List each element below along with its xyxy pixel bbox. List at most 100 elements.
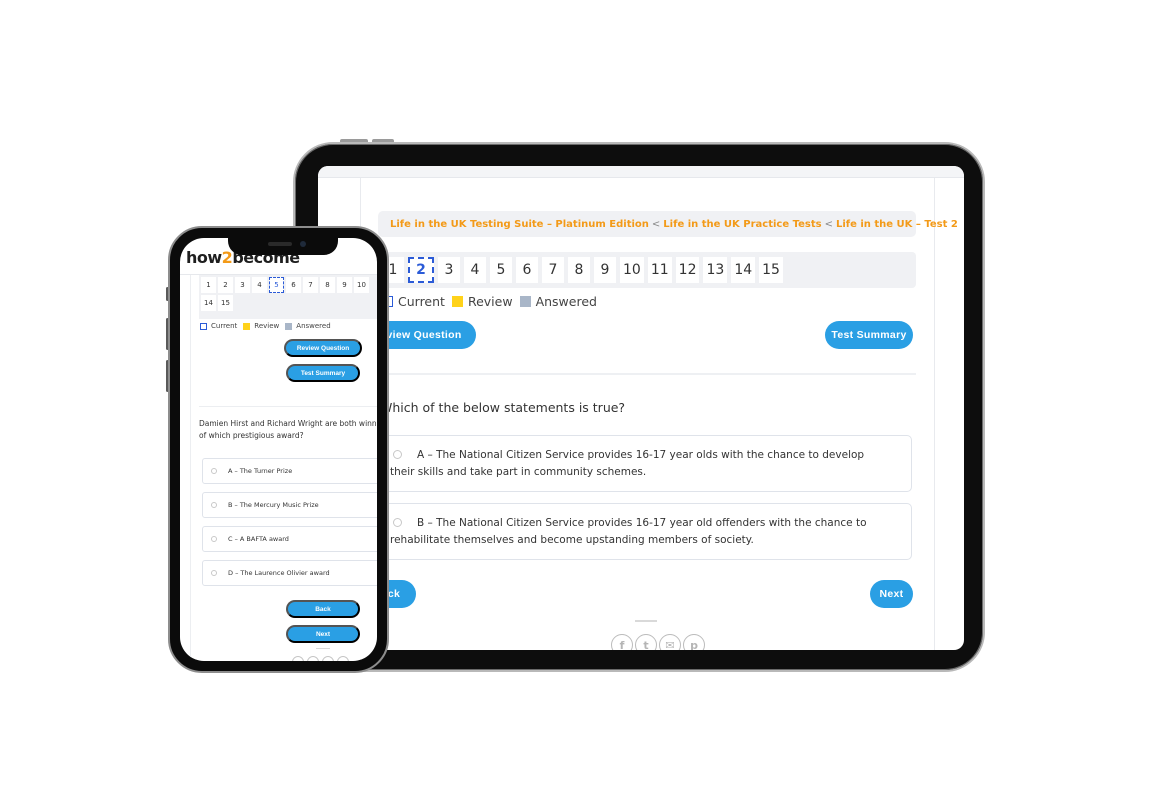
question-number-4[interactable]: 4 [464, 257, 486, 283]
question-legend: Current Review Answered [200, 322, 331, 330]
question-number-5[interactable]: 5 [490, 257, 512, 283]
legend-current-label: Current [398, 294, 445, 309]
breadcrumb-link[interactable]: Life in the UK Practice Tests [663, 219, 821, 230]
breadcrumb-separator: < [651, 218, 661, 230]
option-label: A – The National Citizen Service provide… [390, 449, 865, 478]
answer-option-a[interactable]: A – The Turner Prize [202, 458, 377, 484]
question-number-7[interactable]: 7 [542, 257, 564, 283]
twitter-icon[interactable]: t [635, 634, 657, 650]
question-number-5[interactable]: 5 [269, 277, 284, 293]
radio-button[interactable] [211, 536, 217, 542]
question-number-4[interactable]: 4 [252, 277, 267, 293]
question-number-13[interactable]: 13 [703, 257, 728, 283]
email-icon[interactable] [322, 656, 334, 661]
question-number-9[interactable]: 9 [337, 277, 352, 293]
logo-text: how [186, 248, 222, 267]
phone-notch [228, 238, 338, 255]
legend-answered-label: Answered [535, 294, 597, 309]
question-number-8[interactable]: 8 [320, 277, 335, 293]
pinterest-icon[interactable]: p [683, 634, 705, 650]
breadcrumb-link[interactable]: Life in the UK Testing Suite – Platinum … [390, 219, 649, 230]
radio-button[interactable] [211, 468, 217, 474]
review-swatch-icon [451, 296, 463, 307]
legend-answered-label: Answered [296, 322, 331, 330]
next-button[interactable]: Next [286, 625, 360, 643]
tablet-screen: Life in the UK Testing Suite – Platinum … [318, 166, 964, 650]
footer-divider [635, 620, 657, 622]
option-label: C – A BAFTA award [228, 535, 289, 543]
camera [300, 241, 306, 247]
facebook-icon[interactable] [292, 656, 304, 661]
question-text: Damien Hirst and Richard Wright are both… [199, 419, 377, 440]
question-number-15[interactable]: 15 [759, 257, 783, 283]
question-number-12[interactable]: 12 [675, 257, 700, 283]
question-number-10[interactable]: 10 [620, 257, 644, 283]
pinterest-icon[interactable] [337, 656, 349, 661]
question-number-3[interactable]: 3 [438, 257, 460, 283]
page-gutter [190, 275, 191, 661]
option-label: D – The Laurence Olivier award [228, 569, 330, 577]
option-label: A – The Turner Prize [228, 467, 293, 475]
question-number-6[interactable]: 6 [516, 257, 538, 283]
option-label: B – The Mercury Music Prize [228, 501, 319, 509]
question-number-2[interactable]: 2 [408, 257, 434, 283]
question-navigator: 1 2 3 4 5 6 7 8 9 10 14 15 [199, 275, 377, 319]
answer-option-c[interactable]: C – A BAFTA award [202, 526, 377, 552]
breadcrumb: Life in the UK Testing Suite – Platinum … [378, 211, 958, 237]
current-swatch-icon [200, 322, 207, 330]
review-question-button[interactable]: Review Question [284, 339, 362, 357]
question-number-2[interactable]: 2 [218, 277, 233, 293]
question-number-8[interactable]: 8 [568, 257, 590, 283]
question-legend: Current Review Answered [382, 294, 597, 309]
question-number-14[interactable]: 14 [731, 257, 756, 283]
question-number-6[interactable]: 6 [286, 277, 301, 293]
breadcrumb-link[interactable]: Life in the UK – Test 2 [836, 219, 958, 230]
legend-review-label: Review [467, 294, 513, 309]
radio-button[interactable] [393, 518, 402, 527]
phone-device: how2become 1 2 3 4 5 6 7 8 9 10 14 15 Current Revie… [168, 226, 389, 673]
page-gutter [934, 178, 935, 650]
divider [199, 406, 377, 407]
logo-text: 2 [221, 248, 233, 267]
radio-button[interactable] [211, 570, 217, 576]
legend-review-label: Review [254, 322, 280, 330]
facebook-icon[interactable]: f [611, 634, 633, 650]
divider [378, 373, 916, 375]
question-number-3[interactable]: 3 [235, 277, 250, 293]
answer-option-b[interactable]: B – The National Citizen Service provide… [380, 503, 912, 560]
review-swatch-icon [243, 322, 251, 330]
speaker [268, 242, 292, 246]
tablet-device: Life in the UK Testing Suite – Platinum … [293, 142, 985, 672]
question-number-1[interactable]: 1 [201, 277, 216, 293]
quiz-content: Life in the UK Testing Suite – Platinum … [358, 166, 958, 650]
social-share-bar: f t ✉ p [611, 634, 705, 650]
social-share-bar [292, 656, 349, 661]
answered-swatch-icon [519, 296, 531, 307]
answer-option-b[interactable]: B – The Mercury Music Prize [202, 492, 377, 518]
question-number-11[interactable]: 11 [647, 257, 672, 283]
answer-option-d[interactable]: D – The Laurence Olivier award [202, 560, 377, 586]
question-number-9[interactable]: 9 [594, 257, 616, 283]
answered-swatch-icon [285, 322, 293, 330]
question-number-7[interactable]: 7 [303, 277, 318, 293]
next-button[interactable]: Next [870, 580, 913, 608]
question-text: Which of the below statements is true? [380, 400, 626, 415]
question-number-15[interactable]: 15 [218, 295, 233, 311]
test-summary-button[interactable]: Test Summary [286, 364, 360, 382]
footer-divider [316, 648, 330, 649]
radio-button[interactable] [393, 450, 402, 459]
legend-current-label: Current [211, 322, 238, 330]
option-label: B – The National Citizen Service provide… [390, 517, 867, 546]
answer-option-a[interactable]: A – The National Citizen Service provide… [380, 435, 912, 492]
twitter-icon[interactable] [307, 656, 319, 661]
question-number-14[interactable]: 14 [201, 295, 216, 311]
phone-screen: how2become 1 2 3 4 5 6 7 8 9 10 14 15 Current Revie… [180, 238, 377, 661]
email-icon[interactable]: ✉ [659, 634, 681, 650]
breadcrumb-separator: < [824, 218, 833, 230]
back-button[interactable]: Back [286, 600, 360, 618]
test-summary-button[interactable]: Test Summary [825, 321, 913, 349]
device-mockup-stage: Life in the UK Testing Suite – Platinum … [0, 0, 1156, 800]
radio-button[interactable] [211, 502, 217, 508]
question-navigator: 1 2 3 4 5 6 7 8 9 10 11 12 13 14 15 [378, 252, 916, 288]
question-number-10[interactable]: 10 [354, 277, 369, 293]
